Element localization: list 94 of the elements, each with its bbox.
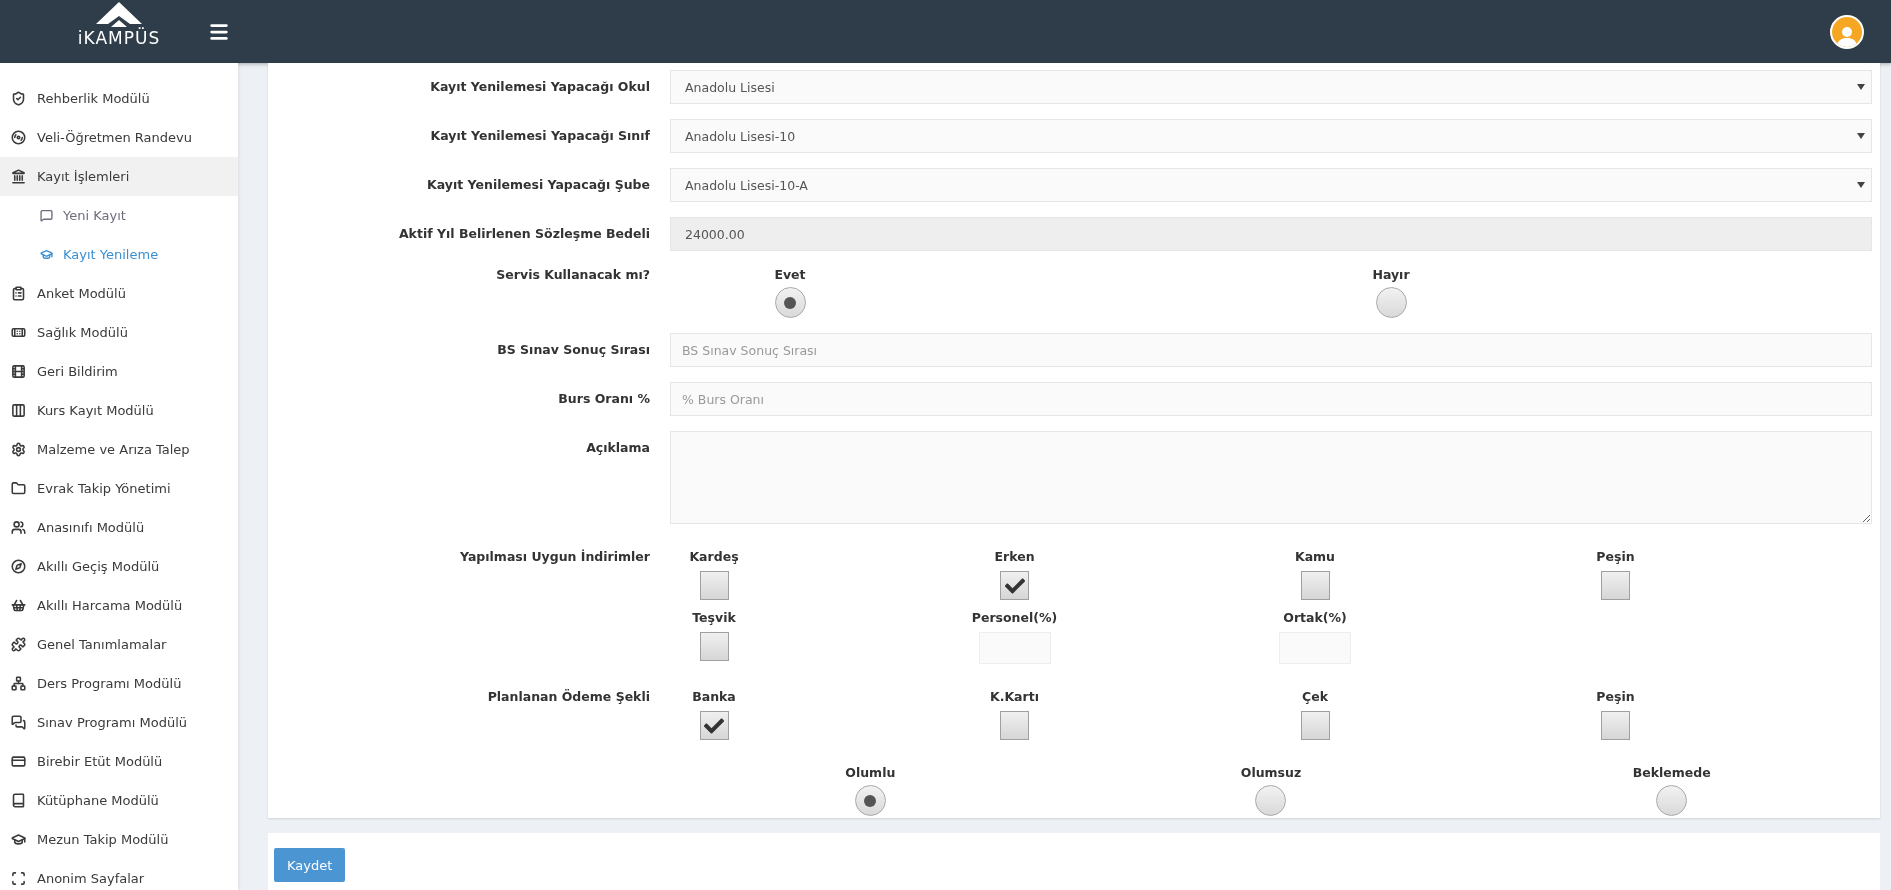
radio-label: Olumsuz (1240, 764, 1302, 782)
option-label: Peşin (1596, 548, 1635, 566)
field-label: Kayıt Yenilemesi Yapacağı Sınıf (429, 127, 650, 145)
option-label: Kamu (1294, 548, 1335, 566)
sidebar-item[interactable]: Kayıt İşlemleri (0, 157, 238, 196)
checkbox[interactable] (1300, 711, 1330, 740)
sidebar-item[interactable]: Birebir Etüt Modülü (0, 742, 238, 781)
sidebar-item[interactable]: Malzeme ve Arıza Talep (0, 430, 238, 469)
checkbox[interactable] (699, 632, 729, 661)
option-label: K.Kartı (990, 688, 1039, 706)
network-icon (11, 676, 26, 691)
checkbox[interactable] (1000, 571, 1029, 600)
card-icon (11, 754, 26, 769)
shield-check-icon (11, 91, 26, 106)
textarea-field[interactable] (670, 431, 1872, 524)
sidebar-item[interactable]: Mezun Takip Modülü (0, 820, 238, 859)
clipboard-icon (11, 286, 26, 301)
field-label: Kayıt Yenilemesi Yapacağı Şube (426, 176, 650, 194)
sidebar-item[interactable]: Genel Tanımlamalar (0, 625, 238, 664)
sidebar-item[interactable]: Sağlık Modülü (0, 313, 238, 352)
option-label: Personel(%) (971, 609, 1058, 627)
graduation-cap-icon (40, 248, 53, 261)
book-icon (11, 793, 26, 808)
option-label: Banka (692, 688, 736, 706)
field-label: Kayıt Yenilemesi Yapacağı Okul (429, 78, 650, 96)
disc-icon (11, 130, 26, 145)
caret-icon (1857, 84, 1865, 90)
sidebar-item[interactable]: Anasınıfı Modülü (0, 508, 238, 547)
chat-icon (11, 715, 26, 730)
sidebar-subitem[interactable]: Yeni Kayıt (0, 196, 238, 235)
checkbox[interactable] (1601, 711, 1630, 740)
option-label: Kardeş (689, 548, 739, 566)
select-field[interactable]: Anadolu Lisesi (670, 70, 1872, 104)
option-label: Erken (994, 548, 1035, 566)
frame-icon (11, 871, 26, 886)
graduation-cap-icon (11, 832, 26, 847)
sidebar-item[interactable]: Sınav Programı Modülü (0, 703, 238, 742)
radio-button[interactable] (774, 287, 806, 318)
sidebar-item[interactable]: Anonim Sayfalar (0, 859, 238, 890)
checkbox[interactable] (699, 711, 729, 740)
field-label: Yapılması Uygun İndirimler (459, 548, 650, 566)
sidebar-item[interactable]: Geri Bildirim (0, 352, 238, 391)
radio-label: Evet (774, 266, 806, 284)
sidebar-item[interactable]: Kütüphane Modülü (0, 781, 238, 820)
film-icon (11, 364, 26, 379)
option-label: Ortak(%) (1283, 609, 1347, 627)
radio-button[interactable] (1656, 785, 1688, 816)
sidebar-item[interactable]: Evrak Takip Yönetimi (0, 469, 238, 508)
field-label: BS Sınav Sonuç Sırası (496, 341, 650, 359)
checkbox[interactable] (1000, 711, 1029, 740)
message-icon (40, 209, 53, 222)
input-field[interactable]: BS Sınav Sonuç Sırası (670, 333, 1872, 367)
settings-icon (11, 442, 26, 457)
select-field[interactable]: Anadolu Lisesi-10 (670, 119, 1872, 153)
user-avatar[interactable] (1830, 14, 1864, 49)
checkbox[interactable] (1300, 571, 1330, 600)
bandage-icon (11, 325, 26, 340)
radio-label: Hayır (1372, 266, 1410, 284)
field-label: Planlanan Ödeme Şekli (486, 688, 650, 706)
field-label: Servis Kullanacak mı? (495, 266, 650, 284)
radio-label: Olumlu (845, 764, 896, 782)
sidebar-item[interactable]: Akıllı Geçiş Modülü (0, 547, 238, 586)
logo-text: iKAMPÜS (77, 28, 161, 48)
field-label: Aktif Yıl Belirlenen Sözleşme Bedeli (397, 225, 650, 243)
sidebar-item[interactable]: Akıllı Harcama Modülü (0, 586, 238, 625)
sidebar-item[interactable]: Rehberlik Modülü (0, 79, 238, 118)
input-field[interactable]: % Burs Oranı (670, 382, 1872, 416)
field-label: Açıklama (585, 439, 650, 457)
checkbox[interactable] (699, 571, 729, 600)
puzzle-icon (11, 637, 26, 652)
folder-icon (11, 481, 26, 496)
option-label: Teşvik (692, 609, 736, 627)
radio-button[interactable] (854, 785, 886, 816)
sidebar-item[interactable]: Veli-Öğretmen Randevu (0, 118, 238, 157)
radio-label: Beklemede (1632, 764, 1711, 782)
radio-button[interactable] (1255, 785, 1287, 816)
sidebar-subitem[interactable]: Kayıt Yenileme (0, 235, 238, 274)
compass-icon (11, 559, 26, 574)
sidebar-item[interactable]: Anket Modülü (0, 274, 238, 313)
caret-icon (1857, 182, 1865, 188)
basket-icon (11, 598, 26, 613)
sidebar-item[interactable]: Ders Programı Modülü (0, 664, 238, 703)
option-label: Çek (1302, 688, 1328, 706)
caret-icon (1857, 133, 1865, 139)
select-field[interactable]: Anadolu Lisesi-10-A (670, 168, 1872, 202)
option-label: Peşin (1596, 688, 1635, 706)
sidebar-item[interactable]: Kurs Kayıt Modülü (0, 391, 238, 430)
readonly-field: 24000.00 (670, 217, 1872, 251)
radio-button[interactable] (1375, 287, 1407, 318)
users-icon (11, 520, 26, 535)
columns-icon (11, 403, 26, 418)
field-label: Burs Oranı % (557, 390, 650, 408)
bank-icon (11, 169, 26, 184)
checkbox[interactable] (1601, 571, 1630, 600)
